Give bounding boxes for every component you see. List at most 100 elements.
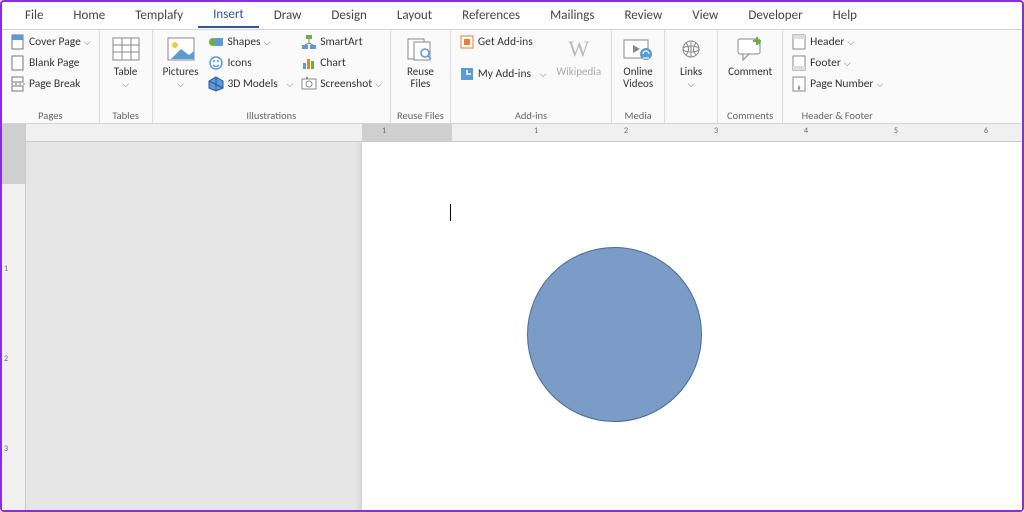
chart-button[interactable]: Chart [299,53,384,73]
cover-page-label: Cover Page [29,35,81,49]
group-label-reuse: Reuse Files [397,108,444,122]
page-number-button[interactable]: # Page Number⌵ [789,74,885,94]
menubar: File Home Templafy Insert Draw Design La… [2,2,1022,30]
3d-models-button[interactable]: 3D Models ⌵ [206,74,295,94]
header-button[interactable]: Header⌵ [789,32,885,52]
chevron-down-icon: ⌵ [847,37,854,48]
table-label: Table [114,65,138,78]
header-icon [791,34,807,50]
comment-icon [735,34,765,64]
online-videos-button[interactable]: Online Videos [618,32,658,92]
tab-help[interactable]: Help [818,4,872,27]
hruler-tick: 2 [624,126,628,136]
smartart-label: SmartArt [320,35,362,49]
wikipedia-icon: W [564,34,594,64]
chevron-down-icon: ⌵ [375,79,382,90]
tab-draw[interactable]: Draw [259,4,317,27]
text-caret [450,204,451,221]
comment-label: Comment [728,66,772,78]
hruler-tick: 1 [382,126,386,136]
chevron-down-icon: ⌵ [844,58,851,69]
links-button[interactable]: Links⌵ [671,32,711,92]
tab-layout[interactable]: Layout [382,4,447,27]
reuse-files-label: Reuse Files [407,66,434,90]
horizontal-ruler[interactable]: 1 1 2 3 4 5 6 [26,124,1022,142]
footer-label: Footer [810,56,841,70]
group-label-tables: Tables [112,108,139,122]
blank-page-label: Blank Page [29,56,80,70]
tab-file[interactable]: File [10,4,58,27]
smartart-button[interactable]: SmartArt [299,32,384,52]
tab-templafy[interactable]: Templafy [120,4,198,27]
header-label: Header [810,35,844,49]
group-label-media: Media [625,108,652,122]
table-button[interactable]: Table⌵ [106,32,146,92]
comment-button[interactable]: Comment [724,32,776,80]
icons-button[interactable]: Icons [206,53,295,73]
chart-label: Chart [320,56,346,70]
footer-icon [791,55,807,71]
hruler-tick: 1 [534,126,538,136]
hruler-tick: 6 [984,126,988,136]
tab-mailings[interactable]: Mailings [535,4,609,27]
links-icon [676,34,706,64]
group-header-footer: Header⌵ Footer⌵ # Page Number⌵ Header & … [783,30,891,123]
vertical-ruler[interactable]: 1 2 3 [2,124,26,510]
shapes-label: Shapes [227,35,260,49]
chevron-down-icon: ⌵ [286,79,293,90]
page-break-icon [10,76,26,92]
tab-design[interactable]: Design [316,4,381,27]
group-label-pages: Pages [38,108,62,122]
3d-models-label: 3D Models [227,77,277,91]
group-reuse-files: Reuse Files Reuse Files [391,30,451,123]
tab-insert[interactable]: Insert [198,3,259,28]
group-comments: Comment Comments [718,30,783,123]
chevron-down-icon: ⌵ [122,79,129,90]
shapes-button[interactable]: Shapes ⌵ [206,32,295,52]
my-addins-label: My Add-ins [478,67,531,81]
group-label-addins: Add-ins [515,108,547,122]
shapes-icon [208,34,224,50]
document-canvas[interactable] [26,142,1022,510]
vruler-tick: 2 [4,354,8,364]
get-addins-button[interactable]: Get Add-ins [457,32,549,52]
workspace: 1 2 3 1 1 2 3 4 5 6 [2,124,1022,510]
hruler-tick: 3 [714,126,718,136]
cover-page-icon [10,34,26,50]
page-break-button[interactable]: Page Break [8,74,93,94]
wikipedia-label: Wikipedia [556,66,601,78]
tab-references[interactable]: References [447,4,535,27]
screenshot-label: Screenshot [320,77,372,91]
page-number-icon: # [791,76,807,92]
page-number-label: Page Number [810,77,873,91]
chevron-down-icon: ⌵ [688,79,695,90]
wikipedia-button[interactable]: W Wikipedia [552,32,605,80]
chart-icon [301,55,317,71]
footer-button[interactable]: Footer⌵ [789,53,885,73]
chevron-down-icon: ⌵ [264,37,271,48]
smartart-icon [301,34,317,50]
tab-review[interactable]: Review [609,4,677,27]
chevron-down-icon: ⌵ [540,69,547,80]
hruler-tick: 4 [804,126,808,136]
shape-circle[interactable] [527,247,702,422]
vruler-tick: 3 [4,444,8,454]
my-addins-button[interactable]: My Add-ins ⌵ [457,64,549,84]
tab-view[interactable]: View [677,4,733,27]
online-videos-label: Online Videos [623,66,653,90]
table-icon [111,34,141,64]
reuse-files-button[interactable]: Reuse Files [400,32,440,92]
3d-models-icon [208,76,224,92]
screenshot-button[interactable]: Screenshot⌵ [299,74,384,94]
cover-page-button[interactable]: Cover Page⌵ [8,32,93,52]
tab-developer[interactable]: Developer [733,4,817,27]
group-label-illustrations: Illustrations [246,108,296,122]
pictures-button[interactable]: Pictures⌵ [159,32,203,92]
page[interactable] [362,142,1022,510]
blank-page-button[interactable]: Blank Page [8,53,93,73]
online-videos-icon [623,34,653,64]
ribbon: Cover Page⌵ Blank Page Page Break Pages … [2,30,1022,124]
tab-home[interactable]: Home [58,4,120,27]
group-label-comments: Comments [727,108,773,122]
group-media: Online Videos Media [612,30,665,123]
